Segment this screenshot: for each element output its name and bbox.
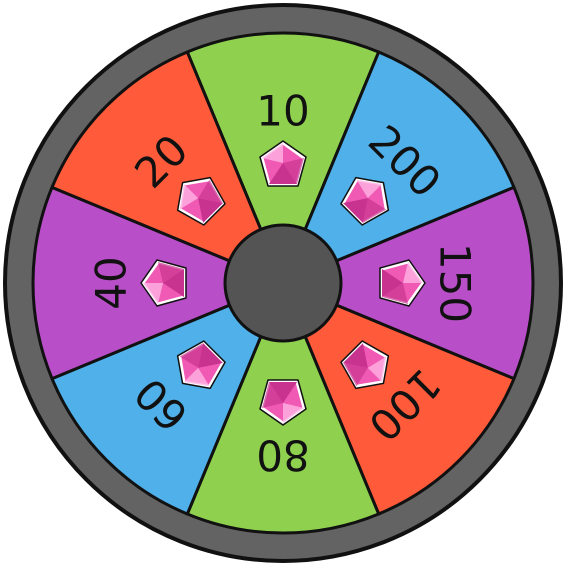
- prize-wheel-graphic[interactable]: 1020015010080604020: [0, 0, 566, 566]
- wheel-label-40: 40: [87, 256, 136, 309]
- wheel-label-80: 80: [256, 431, 309, 480]
- wheel-hub[interactable]: [223, 223, 343, 343]
- wheel-label-150: 150: [431, 243, 480, 323]
- prize-wheel[interactable]: 10 200 150 100 80 60 40 20: [0, 0, 566, 566]
- wheel-label-10: 10: [256, 87, 309, 136]
